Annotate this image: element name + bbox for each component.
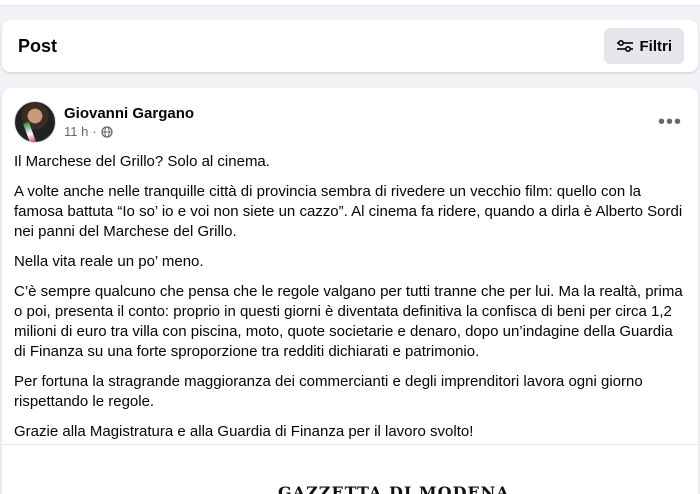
top-strip bbox=[0, 0, 700, 6]
author-meta: Giovanni Gargano 11 h · bbox=[64, 105, 194, 139]
globe-icon[interactable] bbox=[101, 125, 113, 138]
post-time[interactable]: 11 h bbox=[64, 124, 88, 139]
meta-separator: · bbox=[92, 124, 97, 139]
post-card: Giovanni Gargano 11 h · ••• Il Marchese … bbox=[2, 88, 698, 494]
post-timestamp-row: 11 h · bbox=[64, 124, 194, 139]
section-title: Post bbox=[18, 35, 58, 56]
avatar[interactable] bbox=[14, 101, 56, 143]
filter-label: Filtri bbox=[639, 37, 673, 55]
newspaper-logo: GAZZETTA DI MODENA bbox=[278, 483, 510, 494]
post-paragraph: Per fortuna la stragrande maggioranza de… bbox=[14, 373, 643, 410]
link-attachment-image[interactable]: GAZZETTA DI MODENA bbox=[2, 445, 698, 494]
post-paragraph: Nella vita reale un po’ meno. bbox=[14, 253, 204, 270]
avatar-sash bbox=[23, 121, 37, 142]
posts-header-bar: Post Filtri bbox=[2, 20, 698, 72]
post-paragraph: C’è sempre qualcuno che pensa che le reg… bbox=[14, 283, 683, 360]
sliders-icon bbox=[616, 39, 634, 53]
filter-button[interactable]: Filtri bbox=[603, 28, 684, 64]
post-text: Il Marchese del Grillo? Solo al cinema. … bbox=[14, 152, 686, 452]
post-paragraph: Il Marchese del Grillo? Solo al cinema. bbox=[14, 153, 270, 170]
more-options-button[interactable]: ••• bbox=[654, 106, 686, 138]
post-paragraph: Grazie alla Magistratura e alla Guardia … bbox=[14, 423, 474, 440]
post-author-row: Giovanni Gargano 11 h · bbox=[14, 100, 194, 144]
author-name-link[interactable]: Giovanni Gargano bbox=[64, 105, 194, 122]
post-paragraph: A volte anche nelle tranquille città di … bbox=[14, 183, 683, 240]
